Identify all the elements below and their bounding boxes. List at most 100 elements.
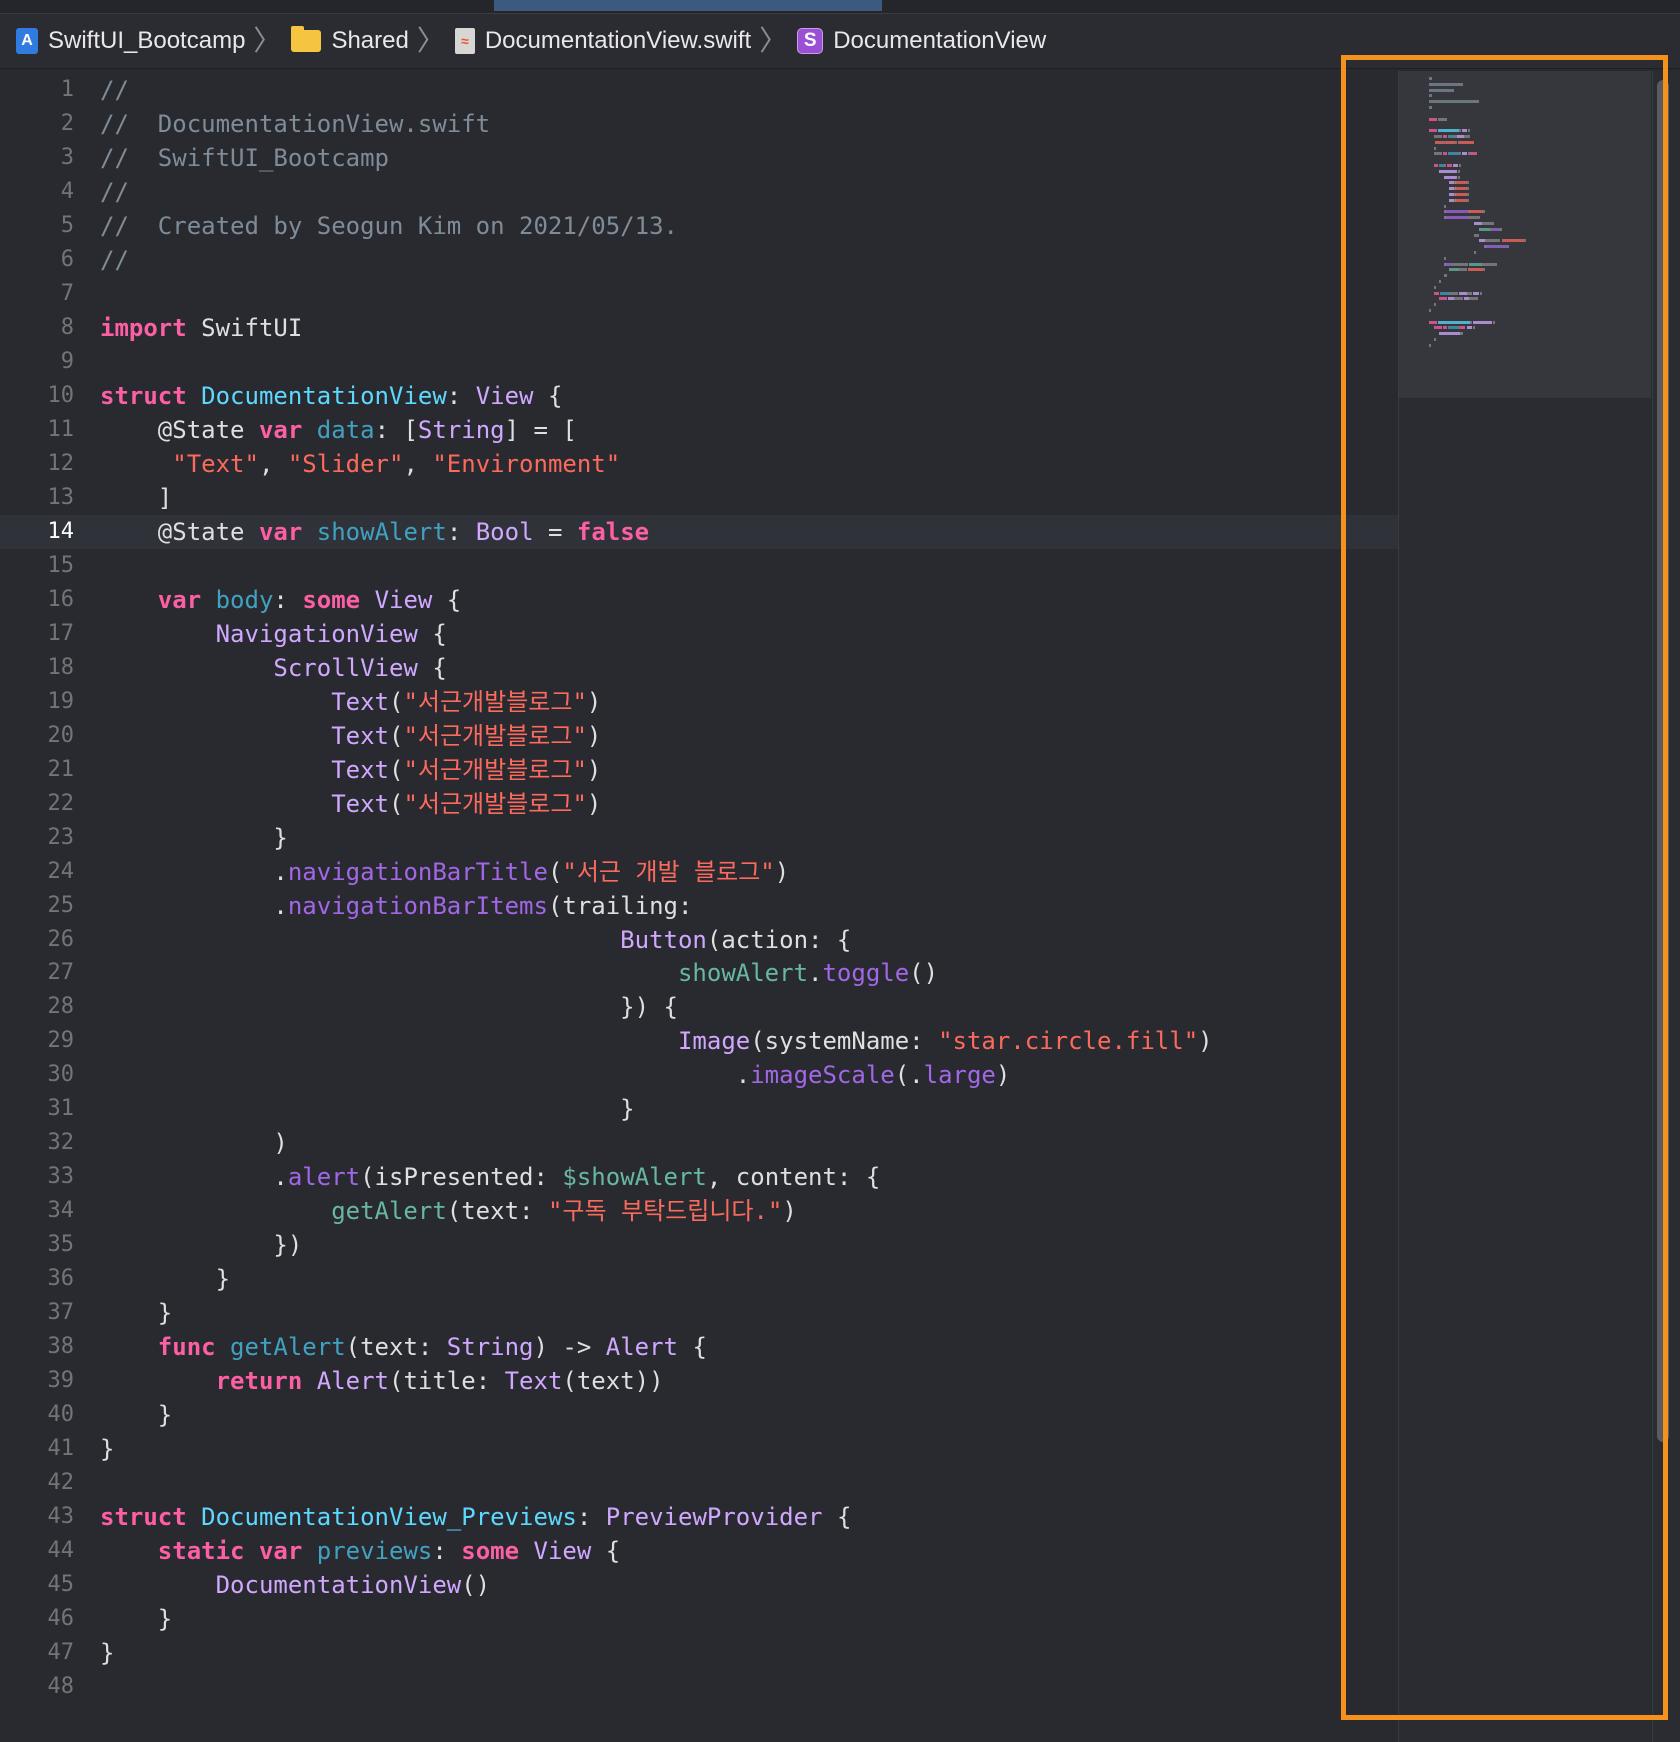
code-text[interactable]: struct DocumentationView: View { <box>100 379 562 413</box>
code-line[interactable]: 43 struct DocumentationView_Previews: Pre… <box>0 1500 1398 1534</box>
code-line[interactable]: 44 static var previews: some View { <box>0 1534 1398 1568</box>
minimap[interactable] <box>1398 71 1651 1742</box>
code-line[interactable]: 24 .navigationBarTitle("서근 개발 블로그") <box>0 855 1398 889</box>
code-text[interactable]: .imageScale(.large) <box>100 1058 1011 1092</box>
code-text[interactable]: // <box>100 175 129 209</box>
code-line[interactable]: 28 }) { <box>0 990 1398 1024</box>
code-text[interactable]: Image(systemName: "star.circle.fill") <box>100 1024 1213 1058</box>
code-line[interactable]: 23 } <box>0 821 1398 855</box>
code-line[interactable]: 13 ] <box>0 481 1398 515</box>
code-line[interactable]: 41} <box>0 1432 1398 1466</box>
code-line[interactable]: 5 // Created by Seogun Kim on 2021/05/13. <box>0 209 1398 243</box>
code-text[interactable]: } <box>100 1296 172 1330</box>
code-text[interactable]: @State var data: [String] = [ <box>100 413 577 447</box>
code-line[interactable]: 11 @State var data: [String] = [ <box>0 413 1398 447</box>
code-text[interactable]: ) <box>100 1126 287 1160</box>
code-text[interactable]: Button(action: { <box>100 923 851 957</box>
code-text[interactable]: }) <box>100 1228 302 1262</box>
code-line[interactable]: 36 } <box>0 1262 1398 1296</box>
code-line[interactable]: 38 func getAlert(text: String) -> Alert … <box>0 1330 1398 1364</box>
code-text[interactable]: } <box>100 1432 114 1466</box>
code-line[interactable]: 14 @State var showAlert: Bool = false <box>0 514 1398 549</box>
code-text[interactable]: // SwiftUI_Bootcamp <box>100 141 389 175</box>
code-line[interactable]: 34 getAlert(text: "구독 부탁드립니다.") <box>0 1194 1398 1228</box>
code-line[interactable]: 15 <box>0 549 1398 583</box>
code-line[interactable]: 4 // <box>0 175 1398 209</box>
code-line[interactable]: 40 } <box>0 1398 1398 1432</box>
code-line[interactable]: 25 .navigationBarItems(trailing: <box>0 889 1398 923</box>
code-line[interactable]: 3 // SwiftUI_Bootcamp <box>0 141 1398 175</box>
code-text[interactable]: func getAlert(text: String) -> Alert { <box>100 1330 707 1364</box>
code-line[interactable]: 17 NavigationView { <box>0 617 1398 651</box>
code-line[interactable]: 6 // <box>0 243 1398 277</box>
code-text[interactable]: Text("서근개발블로그") <box>100 719 601 753</box>
code-line[interactable]: 1 // <box>0 73 1398 107</box>
code-text[interactable]: NavigationView { <box>100 617 447 651</box>
code-line[interactable]: 35 }) <box>0 1228 1398 1262</box>
code-text[interactable]: } <box>100 1602 172 1636</box>
code-line[interactable]: 31 } <box>0 1092 1398 1126</box>
code-line[interactable]: 39 return Alert(title: Text(text)) <box>0 1364 1398 1398</box>
active-editor-tab[interactable] <box>494 0 882 11</box>
code-text[interactable]: } <box>100 821 287 855</box>
code-text[interactable]: showAlert.toggle() <box>100 956 938 990</box>
source-editor[interactable]: 1 // 2 // DocumentationView.swift 3 // SwiftU… <box>0 71 1398 1742</box>
code-text[interactable]: Text("서근개발블로그") <box>100 753 601 787</box>
code-line[interactable]: 10 struct DocumentationView: View { <box>0 379 1398 413</box>
code-line[interactable]: 18 ScrollView { <box>0 651 1398 685</box>
breadcrumb-project[interactable]: A SwiftUI_Bootcamp <box>16 27 245 55</box>
code-line[interactable]: 19 Text("서근개발블로그") <box>0 685 1398 719</box>
breadcrumb-folder[interactable]: Shared <box>291 26 409 55</box>
code-text[interactable]: } <box>100 1262 230 1296</box>
code-line[interactable]: 16 var body: some View { <box>0 583 1398 617</box>
code-text[interactable]: Text("서근개발블로그") <box>100 685 601 719</box>
code-line[interactable]: 2 // DocumentationView.swift <box>0 107 1398 141</box>
code-text[interactable]: static var previews: some View { <box>100 1534 620 1568</box>
code-line[interactable]: 22 Text("서근개발블로그") <box>0 787 1398 821</box>
code-line[interactable]: 9 <box>0 345 1398 379</box>
code-text[interactable]: return Alert(title: Text(text)) <box>100 1364 664 1398</box>
code-text[interactable]: .navigationBarItems(trailing: <box>100 889 692 923</box>
breadcrumb-symbol[interactable]: S DocumentationView <box>797 27 1046 55</box>
code-line[interactable]: 7 <box>0 277 1398 311</box>
code-text[interactable]: getAlert(text: "구독 부탁드립니다.") <box>100 1194 797 1228</box>
minimap-code-bar <box>1454 297 1463 301</box>
code-line[interactable]: 37 } <box>0 1296 1398 1330</box>
code-line[interactable]: 48 <box>0 1670 1398 1704</box>
code-text[interactable]: struct DocumentationView_Previews: Previ… <box>100 1500 851 1534</box>
code-text[interactable]: } <box>100 1092 634 1126</box>
code-line[interactable]: 27 showAlert.toggle() <box>0 956 1398 990</box>
code-line[interactable]: 29 Image(systemName: "star.circle.fill") <box>0 1024 1398 1058</box>
code-text[interactable]: } <box>100 1398 172 1432</box>
code-line[interactable]: 46 } <box>0 1602 1398 1636</box>
code-text[interactable]: // <box>100 73 129 107</box>
code-text[interactable]: ] <box>100 481 172 515</box>
code-text[interactable]: ScrollView { <box>100 651 446 685</box>
code-text[interactable]: import SwiftUI <box>100 311 302 345</box>
code-text[interactable]: // Created by Seogun Kim on 2021/05/13. <box>100 209 678 243</box>
code-line[interactable]: 42 <box>0 1466 1398 1500</box>
code-text[interactable]: // DocumentationView.swift <box>100 107 490 141</box>
scrollbar-thumb[interactable] <box>1657 80 1669 1442</box>
code-line[interactable]: 33 .alert(isPresented: $showAlert, conte… <box>0 1160 1398 1194</box>
code-line[interactable]: 21 Text("서근개발블로그") <box>0 753 1398 787</box>
code-line[interactable]: 45 DocumentationView() <box>0 1568 1398 1602</box>
code-text[interactable]: .navigationBarTitle("서근 개발 블로그") <box>100 855 789 889</box>
code-text[interactable]: var body: some View { <box>100 583 461 617</box>
code-line[interactable]: 8 import SwiftUI <box>0 311 1398 345</box>
code-text[interactable]: @State var showAlert: Bool = false <box>100 515 649 549</box>
code-text[interactable]: Text("서근개발블로그") <box>100 787 601 821</box>
code-line[interactable]: 32 ) <box>0 1126 1398 1160</box>
code-text[interactable]: .alert(isPresented: $showAlert, content:… <box>100 1160 880 1194</box>
code-line[interactable]: 12 "Text", "Slider", "Environment" <box>0 447 1398 481</box>
code-text[interactable]: }) { <box>100 990 678 1024</box>
code-line[interactable]: 20 Text("서근개발블로그") <box>0 719 1398 753</box>
breadcrumb-file[interactable]: ≈ DocumentationView.swift <box>454 27 751 55</box>
code-text[interactable]: } <box>100 1636 114 1670</box>
code-line[interactable]: 30 .imageScale(.large) <box>0 1058 1398 1092</box>
code-line[interactable]: 47} <box>0 1636 1398 1670</box>
code-text[interactable]: DocumentationView() <box>100 1568 491 1602</box>
code-text[interactable]: // <box>100 243 129 277</box>
code-text[interactable]: "Text", "Slider", "Environment" <box>100 447 620 481</box>
code-line[interactable]: 26 Button(action: { <box>0 923 1398 957</box>
